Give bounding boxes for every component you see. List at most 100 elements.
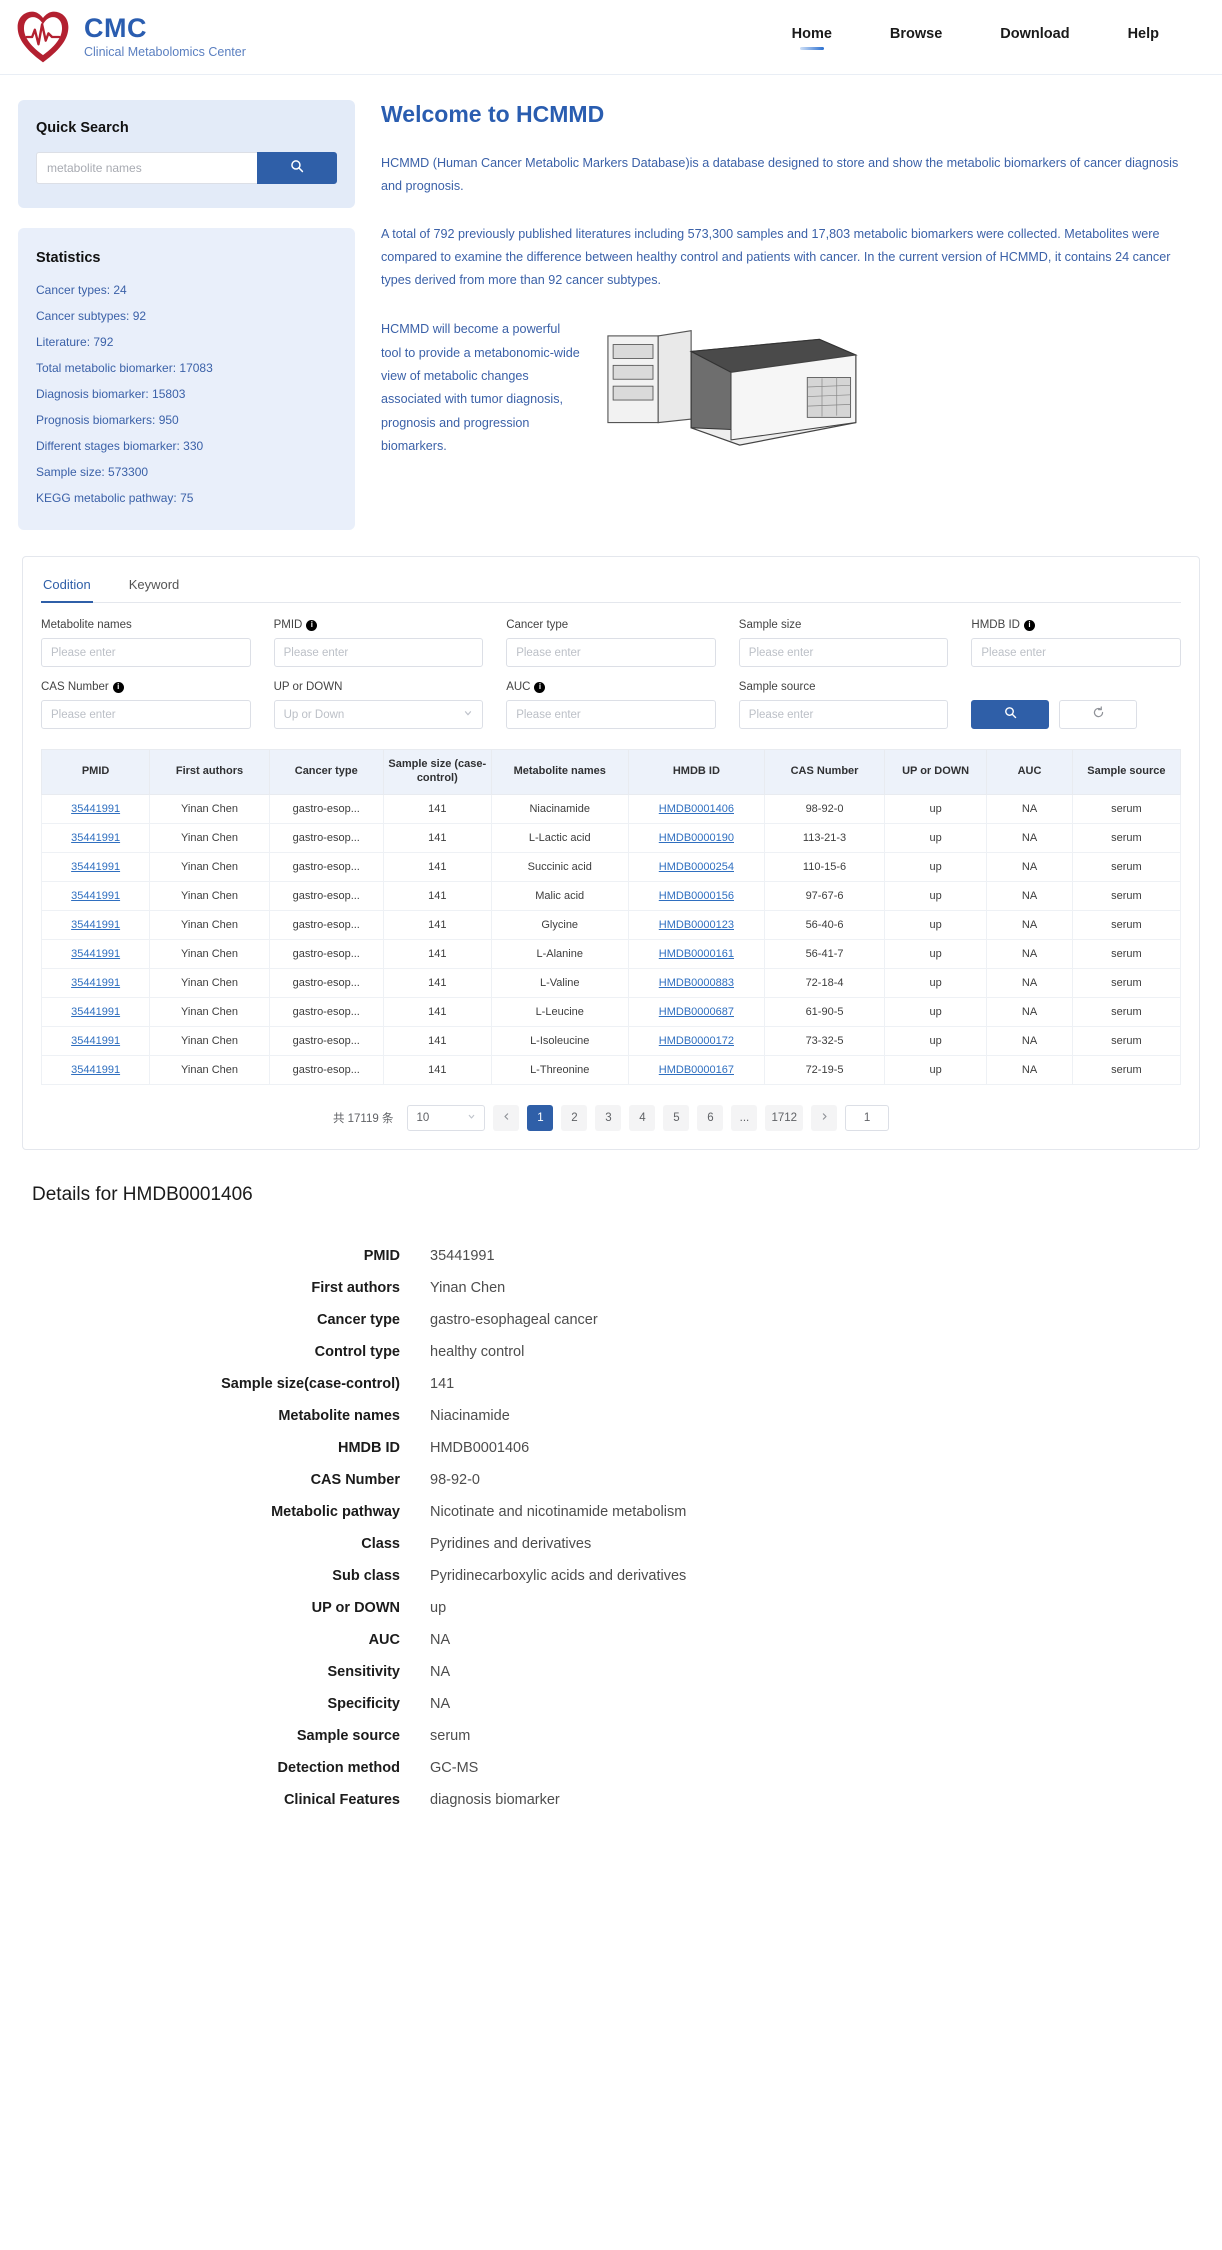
detail-row: HMDB IDHMDB0001406 bbox=[10, 1440, 1212, 1456]
statistics-title: Statistics bbox=[36, 250, 337, 266]
pagination: 共 17119 条 10 1 2 3 4 5 bbox=[41, 1105, 1181, 1131]
cell-pmid-link[interactable]: 35441991 bbox=[71, 977, 120, 989]
detail-row: Control typehealthy control bbox=[10, 1344, 1212, 1360]
cas-number-input[interactable] bbox=[41, 700, 251, 729]
cell-hmdb-id[interactable]: HMDB0001406 bbox=[628, 794, 765, 823]
pagination-page-6[interactable]: 6 bbox=[697, 1105, 723, 1131]
field-label: Sample source bbox=[739, 681, 949, 693]
statistics-item: Prognosis biomarkers: 950 bbox=[36, 414, 337, 426]
cell-sample-size: 141 bbox=[383, 881, 491, 910]
pagination-next-button[interactable] bbox=[811, 1105, 837, 1131]
cell-first-author: Yinan Chen bbox=[150, 852, 270, 881]
cell-hmdb-id-link[interactable]: HMDB0000167 bbox=[659, 1064, 734, 1076]
page-size-select[interactable]: 10 bbox=[407, 1105, 485, 1131]
cell-hmdb-id-link[interactable]: HMDB0000254 bbox=[659, 861, 734, 873]
cell-hmdb-id[interactable]: HMDB0000161 bbox=[628, 939, 765, 968]
quick-search-card: Quick Search bbox=[18, 100, 355, 208]
cell-hmdb-id[interactable]: HMDB0000190 bbox=[628, 823, 765, 852]
cell-pmid-link[interactable]: 35441991 bbox=[71, 1035, 120, 1047]
pagination-page-3[interactable]: 3 bbox=[595, 1105, 621, 1131]
up-or-down-select[interactable]: Up or Down bbox=[274, 700, 484, 729]
reset-button[interactable] bbox=[1059, 700, 1137, 729]
pagination-ellipsis[interactable]: ... bbox=[731, 1105, 757, 1131]
cell-pmid-link[interactable]: 35441991 bbox=[71, 948, 120, 960]
cell-pmid-link[interactable]: 35441991 bbox=[71, 832, 120, 844]
sample-source-input[interactable] bbox=[739, 700, 949, 729]
info-icon[interactable]: i bbox=[1024, 620, 1035, 631]
cell-hmdb-id-link[interactable]: HMDB0000123 bbox=[659, 919, 734, 931]
cell-pmid[interactable]: 35441991 bbox=[42, 852, 150, 881]
nav-item-home[interactable]: Home bbox=[792, 26, 832, 48]
cell-pmid-link[interactable]: 35441991 bbox=[71, 1006, 120, 1018]
quick-search-input[interactable] bbox=[36, 152, 257, 184]
pagination-prev-button[interactable] bbox=[493, 1105, 519, 1131]
cell-hmdb-id-link[interactable]: HMDB0000161 bbox=[659, 948, 734, 960]
cell-auc: NA bbox=[987, 1026, 1072, 1055]
cell-pmid-link[interactable]: 35441991 bbox=[71, 1064, 120, 1076]
field-pmid: PMID i bbox=[274, 619, 484, 667]
cell-sample-source: serum bbox=[1072, 1055, 1180, 1084]
cell-first-author: Yinan Chen bbox=[150, 1055, 270, 1084]
field-sample-size: Sample size bbox=[739, 619, 949, 667]
cell-pmid[interactable]: 35441991 bbox=[42, 910, 150, 939]
cell-up-or-down: up bbox=[884, 794, 987, 823]
cell-hmdb-id-link[interactable]: HMDB0000156 bbox=[659, 890, 734, 902]
cell-hmdb-id-link[interactable]: HMDB0000190 bbox=[659, 832, 734, 844]
cell-pmid-link[interactable]: 35441991 bbox=[71, 803, 120, 815]
cancer-type-input[interactable] bbox=[506, 638, 716, 667]
cell-pmid[interactable]: 35441991 bbox=[42, 881, 150, 910]
tab-codition[interactable]: Codition bbox=[41, 571, 93, 602]
cell-pmid[interactable]: 35441991 bbox=[42, 1026, 150, 1055]
cell-cas-number: 73-32-5 bbox=[765, 1026, 885, 1055]
info-icon[interactable]: i bbox=[534, 682, 545, 693]
info-icon[interactable]: i bbox=[113, 682, 124, 693]
nav-item-browse[interactable]: Browse bbox=[890, 26, 942, 48]
cell-pmid[interactable]: 35441991 bbox=[42, 939, 150, 968]
tab-keyword[interactable]: Keyword bbox=[127, 571, 182, 602]
auc-input[interactable] bbox=[506, 700, 716, 729]
nav-item-help[interactable]: Help bbox=[1128, 26, 1159, 48]
search-button[interactable] bbox=[971, 700, 1049, 729]
pagination-jump-input[interactable]: 1 bbox=[845, 1105, 889, 1131]
metabolite-names-input[interactable] bbox=[41, 638, 251, 667]
cell-first-author: Yinan Chen bbox=[150, 881, 270, 910]
cell-hmdb-id-link[interactable]: HMDB0001406 bbox=[659, 803, 734, 815]
cell-hmdb-id-link[interactable]: HMDB0000687 bbox=[659, 1006, 734, 1018]
cell-hmdb-id[interactable]: HMDB0000172 bbox=[628, 1026, 765, 1055]
detail-label: First authors bbox=[10, 1280, 430, 1296]
cell-hmdb-id[interactable]: HMDB0000883 bbox=[628, 968, 765, 997]
detail-value: healthy control bbox=[430, 1344, 524, 1360]
cell-pmid[interactable]: 35441991 bbox=[42, 997, 150, 1026]
hmdb-id-input[interactable] bbox=[971, 638, 1181, 667]
nav-item-download[interactable]: Download bbox=[1000, 26, 1069, 48]
pmid-input[interactable] bbox=[274, 638, 484, 667]
pagination-page-last[interactable]: 1712 bbox=[765, 1105, 803, 1131]
cell-pmid[interactable]: 35441991 bbox=[42, 794, 150, 823]
pagination-page-2[interactable]: 2 bbox=[561, 1105, 587, 1131]
pagination-page-4[interactable]: 4 bbox=[629, 1105, 655, 1131]
cell-hmdb-id-link[interactable]: HMDB0000883 bbox=[659, 977, 734, 989]
table-row: 35441991Yinan Chengastro-esop...141L-Iso… bbox=[42, 1026, 1181, 1055]
brand-title: CMC bbox=[84, 14, 246, 44]
cell-hmdb-id[interactable]: HMDB0000254 bbox=[628, 852, 765, 881]
cell-hmdb-id[interactable]: HMDB0000156 bbox=[628, 881, 765, 910]
cell-pmid-link[interactable]: 35441991 bbox=[71, 890, 120, 902]
sample-size-input[interactable] bbox=[739, 638, 949, 667]
pagination-page-1[interactable]: 1 bbox=[527, 1105, 553, 1131]
quick-search-button[interactable] bbox=[257, 152, 337, 184]
cell-pmid[interactable]: 35441991 bbox=[42, 1055, 150, 1084]
brand[interactable]: CMC Clinical Metabolomics Center bbox=[14, 8, 246, 66]
info-icon[interactable]: i bbox=[306, 620, 317, 631]
cell-hmdb-id[interactable]: HMDB0000123 bbox=[628, 910, 765, 939]
cell-pmid[interactable]: 35441991 bbox=[42, 968, 150, 997]
quick-search-title: Quick Search bbox=[36, 120, 337, 136]
cell-pmid-link[interactable]: 35441991 bbox=[71, 861, 120, 873]
cell-hmdb-id-link[interactable]: HMDB0000172 bbox=[659, 1035, 734, 1047]
statistics-card: Statistics Cancer types: 24 Cancer subty… bbox=[18, 228, 355, 530]
cell-hmdb-id[interactable]: HMDB0000687 bbox=[628, 997, 765, 1026]
cell-pmid[interactable]: 35441991 bbox=[42, 823, 150, 852]
cell-hmdb-id[interactable]: HMDB0000167 bbox=[628, 1055, 765, 1084]
pagination-total: 共 17119 条 bbox=[333, 1110, 394, 1126]
cell-pmid-link[interactable]: 35441991 bbox=[71, 919, 120, 931]
pagination-page-5[interactable]: 5 bbox=[663, 1105, 689, 1131]
